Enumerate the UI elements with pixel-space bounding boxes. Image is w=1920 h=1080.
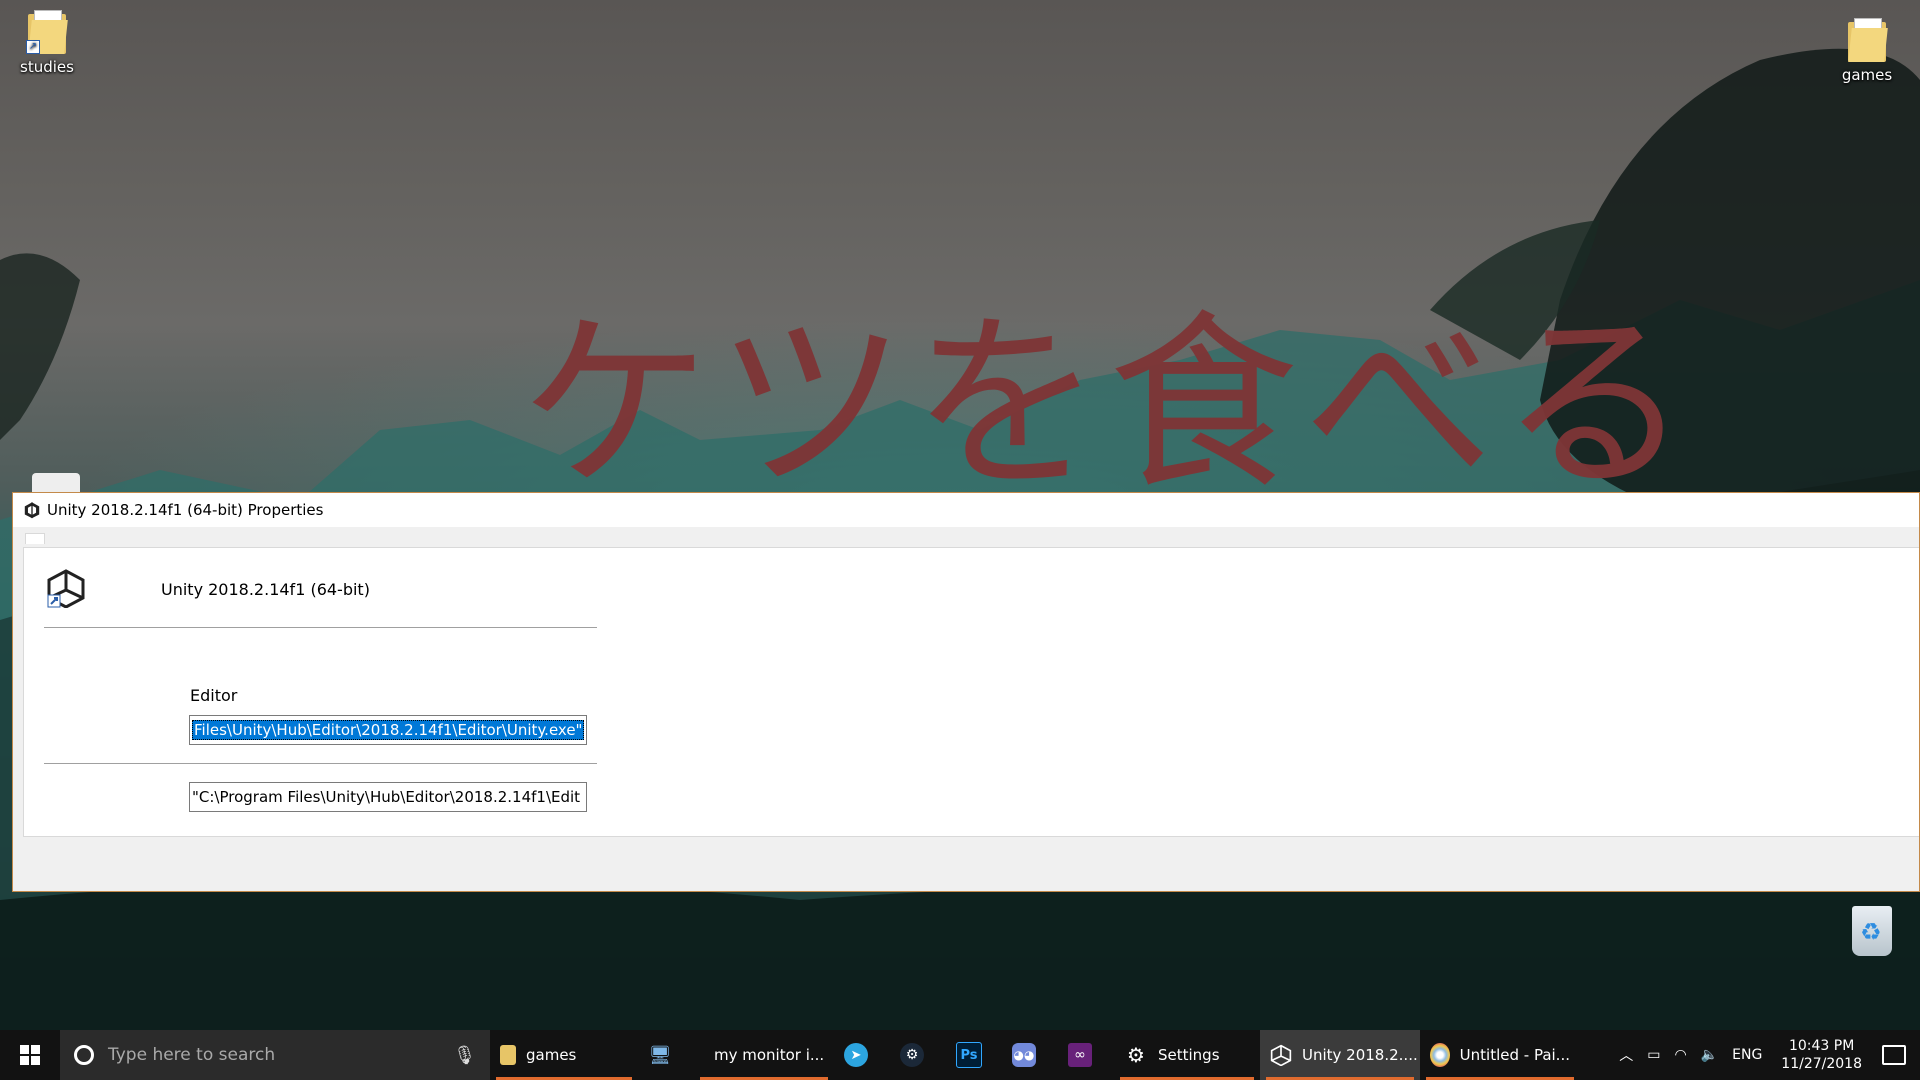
unity-icon bbox=[1270, 1043, 1292, 1067]
taskbar-item-visual-studio[interactable]: ∞ bbox=[1058, 1030, 1114, 1080]
chevron-up-icon[interactable]: ︿ bbox=[1619, 1045, 1633, 1065]
desktop-icon-label: studies bbox=[20, 58, 74, 76]
tab-shortcut[interactable] bbox=[25, 533, 45, 544]
unity-icon bbox=[23, 501, 41, 519]
separator bbox=[44, 763, 597, 764]
cortana-icon bbox=[74, 1045, 94, 1065]
windows-logo-icon bbox=[20, 1045, 40, 1065]
window-titlebar[interactable]: Unity 2018.2.14f1 (64-bit) Properties bbox=[13, 493, 1919, 527]
recycle-bin[interactable] bbox=[1846, 906, 1898, 962]
clock-time: 10:43 PM bbox=[1788, 1038, 1855, 1054]
taskbar-item-games[interactable]: games bbox=[490, 1030, 638, 1080]
desktop-icon-label: games bbox=[1841, 66, 1893, 84]
taskbar-item-photoshop[interactable]: Ps bbox=[946, 1030, 1002, 1080]
telegram-icon: ➤ bbox=[844, 1043, 868, 1067]
desktop-icon-games[interactable]: games bbox=[1822, 18, 1912, 84]
recycle-bin-icon bbox=[1852, 906, 1892, 956]
window-title: Unity 2018.2.14f1 (64-bit) Properties bbox=[47, 501, 324, 519]
taskbar-item-firefox[interactable]: my monitor i... bbox=[694, 1030, 834, 1080]
properties-window: Unity 2018.2.14f1 (64-bit) Properties Un… bbox=[12, 492, 1920, 892]
taskbar-item-steam[interactable]: ⚙ bbox=[890, 1030, 946, 1080]
taskbar-item-settings[interactable]: ⚙ Settings bbox=[1114, 1030, 1260, 1080]
this-pc-icon: 🖥 bbox=[648, 1044, 672, 1066]
search-box[interactable]: Type here to search 🎙 bbox=[60, 1030, 490, 1080]
volume-icon[interactable]: 🔈 bbox=[1701, 1047, 1718, 1063]
taskbar-item-discord[interactable]: ◕◕ bbox=[1002, 1030, 1058, 1080]
target-field-value: Files\Unity\Hub\Editor\2018.2.14f1\Edito… bbox=[192, 720, 585, 740]
system-tray: ︿ ▭ ◠ 🔈 ENG 10:43 PM 11/27/2018 bbox=[1612, 1030, 1920, 1080]
battery-icon[interactable]: ▭ bbox=[1647, 1047, 1660, 1063]
language-indicator[interactable]: ENG bbox=[1732, 1047, 1762, 1063]
wifi-icon[interactable]: ◠ bbox=[1674, 1047, 1686, 1063]
notification-center-icon[interactable] bbox=[1882, 1045, 1906, 1065]
folder-icon bbox=[1848, 18, 1888, 62]
clock-date: 11/27/2018 bbox=[1781, 1056, 1862, 1072]
clock[interactable]: 10:43 PM 11/27/2018 bbox=[1781, 1037, 1862, 1073]
photoshop-icon: Ps bbox=[956, 1042, 982, 1068]
shortcut-arrow-icon: ↗ bbox=[26, 40, 40, 54]
app-name: Unity 2018.2.14f1 (64-bit) bbox=[161, 580, 370, 599]
start-in-field[interactable]: "C:\Program Files\Unity\Hub\Editor\2018.… bbox=[189, 782, 587, 812]
search-placeholder: Type here to search bbox=[108, 1045, 276, 1065]
folder-icon: ↗ bbox=[26, 10, 68, 54]
desktop-icon-studies[interactable]: ↗ studies bbox=[2, 10, 92, 76]
steam-icon: ⚙ bbox=[900, 1043, 924, 1067]
folder-icon bbox=[500, 1045, 516, 1065]
microphone-icon[interactable]: 🎙 bbox=[453, 1045, 476, 1066]
taskbar-item-telegram[interactable]: ➤ bbox=[834, 1030, 890, 1080]
visual-studio-icon: ∞ bbox=[1068, 1043, 1092, 1067]
taskbar-item-this-pc[interactable]: 🖥 bbox=[638, 1030, 694, 1080]
section-label-editor: Editor bbox=[190, 686, 238, 705]
taskbar: Type here to search 🎙 games 🖥 my monitor… bbox=[0, 1030, 1920, 1080]
separator bbox=[44, 627, 597, 628]
target-field[interactable]: Files\Unity\Hub\Editor\2018.2.14f1\Edito… bbox=[189, 715, 587, 745]
start-button[interactable] bbox=[0, 1030, 60, 1080]
taskbar-item-paint[interactable]: Untitled - Pai... bbox=[1420, 1030, 1580, 1080]
background-window-edge bbox=[32, 473, 80, 493]
unity-app-icon bbox=[46, 568, 86, 609]
properties-panel: Unity 2018.2.14f1 (64-bit) Editor Files\… bbox=[23, 547, 1919, 837]
paint-icon bbox=[1430, 1043, 1450, 1067]
taskbar-item-unity[interactable]: Unity 2018.2.... bbox=[1260, 1030, 1420, 1080]
start-in-field-value: "C:\Program Files\Unity\Hub\Editor\2018.… bbox=[192, 788, 581, 806]
wallpaper-japanese-text: ケツを食べる bbox=[520, 294, 1697, 515]
discord-icon: ◕◕ bbox=[1012, 1043, 1036, 1067]
gear-icon: ⚙ bbox=[1127, 1043, 1145, 1067]
